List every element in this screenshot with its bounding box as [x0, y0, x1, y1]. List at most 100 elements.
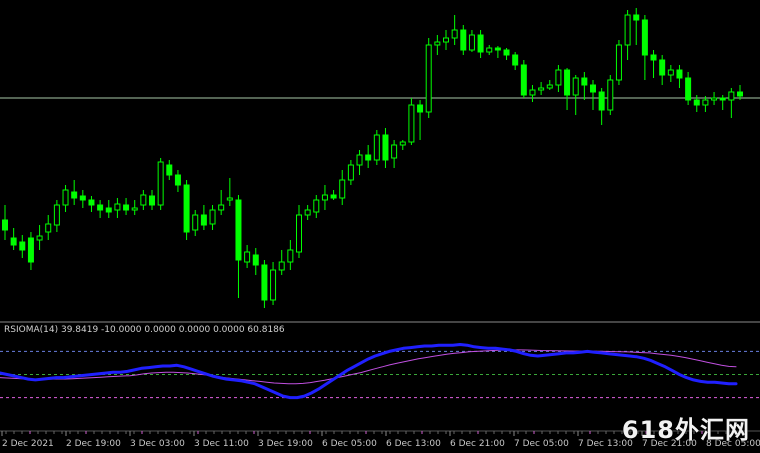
candle-body	[304, 209, 311, 216]
candle-body	[702, 99, 709, 106]
candle-body	[417, 104, 424, 113]
candle-body	[62, 189, 69, 206]
candle-body	[468, 34, 475, 51]
candle-body	[140, 194, 147, 206]
candle-body	[641, 19, 648, 56]
candle-body	[598, 91, 605, 111]
candlestick	[615, 40, 622, 85]
candlestick	[520, 60, 527, 98]
candle-body	[321, 194, 328, 201]
time-axis-label: 2 Dec 19:00	[66, 439, 121, 449]
candle-body	[676, 69, 683, 79]
chart-canvas[interactable]: 2 Dec 2021 2 Dec 19:00 3 Dec 03:00 3 Dec 11…	[0, 0, 760, 453]
candle-body	[45, 223, 52, 233]
candlestick	[373, 130, 380, 165]
candle-body	[149, 195, 155, 206]
candle-body	[512, 54, 519, 66]
candle-body	[330, 194, 337, 199]
candle-body	[460, 29, 467, 51]
candle-body	[659, 59, 666, 76]
candle-body	[79, 195, 86, 201]
candle-body	[737, 91, 743, 97]
time-axis-label: 7 Dec 05:00	[514, 439, 569, 449]
candle-body	[615, 44, 622, 81]
candle-body	[650, 54, 657, 61]
candle-body	[131, 207, 138, 211]
candlestick	[157, 158, 164, 210]
candle-body	[19, 241, 26, 251]
candle-body	[711, 97, 718, 101]
candle-body	[339, 179, 346, 199]
chart-background	[0, 0, 760, 453]
candlestick	[607, 75, 614, 115]
candle-body	[53, 204, 60, 226]
candlestick	[425, 38, 432, 118]
candle-body	[192, 214, 199, 231]
candle-body	[157, 161, 164, 206]
candle-body	[373, 134, 380, 161]
time-axis-label: 6 Dec 05:00	[322, 439, 377, 449]
candle-body	[88, 199, 95, 206]
candle-body	[261, 264, 268, 301]
candle-body	[244, 251, 251, 263]
candle-body	[443, 37, 449, 43]
candle-body	[538, 87, 545, 91]
candle-body	[685, 77, 692, 101]
candle-body	[235, 199, 242, 261]
candle-body	[607, 79, 614, 111]
time-axis-label: 6 Dec 21:00	[450, 439, 505, 449]
time-axis-label: 3 Dec 03:00	[130, 439, 185, 449]
candle-body	[174, 174, 181, 186]
indicator-label: RSIOMA(14) 39.8419 -10.0000 0.0000 0.000…	[4, 325, 285, 335]
candle-body	[105, 207, 112, 213]
candle-body	[391, 144, 398, 159]
candle-body	[667, 69, 674, 76]
time-axis-label: 6 Dec 13:00	[386, 439, 441, 449]
candle-body	[71, 191, 78, 199]
candle-body	[27, 237, 34, 263]
candle-body	[278, 261, 285, 271]
candle-body	[183, 184, 190, 233]
candle-body	[728, 91, 735, 101]
candle-body	[503, 49, 510, 56]
candle-body	[633, 14, 640, 21]
time-axis-label: 2 Dec 2021	[2, 439, 54, 449]
candle-body	[693, 99, 700, 106]
candle-body	[209, 209, 216, 225]
candle-body	[494, 47, 501, 51]
candle-body	[529, 89, 536, 96]
candle-body	[434, 41, 441, 46]
candle-body	[477, 34, 484, 53]
candle-body	[226, 197, 233, 201]
candle-body	[365, 154, 372, 161]
candle-body	[624, 14, 631, 46]
candle-body	[590, 84, 596, 93]
candle-body	[486, 47, 493, 53]
candlestick	[460, 25, 467, 55]
candle-body	[382, 134, 389, 161]
candle-body	[520, 64, 527, 96]
candle-body	[555, 69, 562, 86]
candlestick	[408, 98, 415, 145]
candle-body	[408, 104, 415, 143]
candle-body	[97, 204, 104, 211]
candle-body	[10, 237, 17, 246]
candle-body	[719, 97, 726, 101]
candle-body	[313, 199, 320, 213]
candle-body	[451, 29, 458, 39]
candle-body	[270, 269, 277, 301]
candle-body	[399, 141, 406, 146]
candlestick	[183, 180, 190, 240]
candle-body	[546, 84, 553, 89]
candle-body	[200, 214, 207, 226]
candle-body	[166, 164, 173, 176]
candle-body	[581, 77, 588, 86]
candle-body	[356, 154, 363, 166]
candle-body	[114, 203, 121, 211]
candle-body	[36, 235, 43, 241]
watermark-logo: 618外汇网	[621, 416, 750, 444]
candle-body	[123, 204, 130, 211]
candle-body	[564, 69, 571, 96]
time-axis-label: 3 Dec 19:00	[258, 439, 313, 449]
candle-body	[425, 44, 432, 113]
